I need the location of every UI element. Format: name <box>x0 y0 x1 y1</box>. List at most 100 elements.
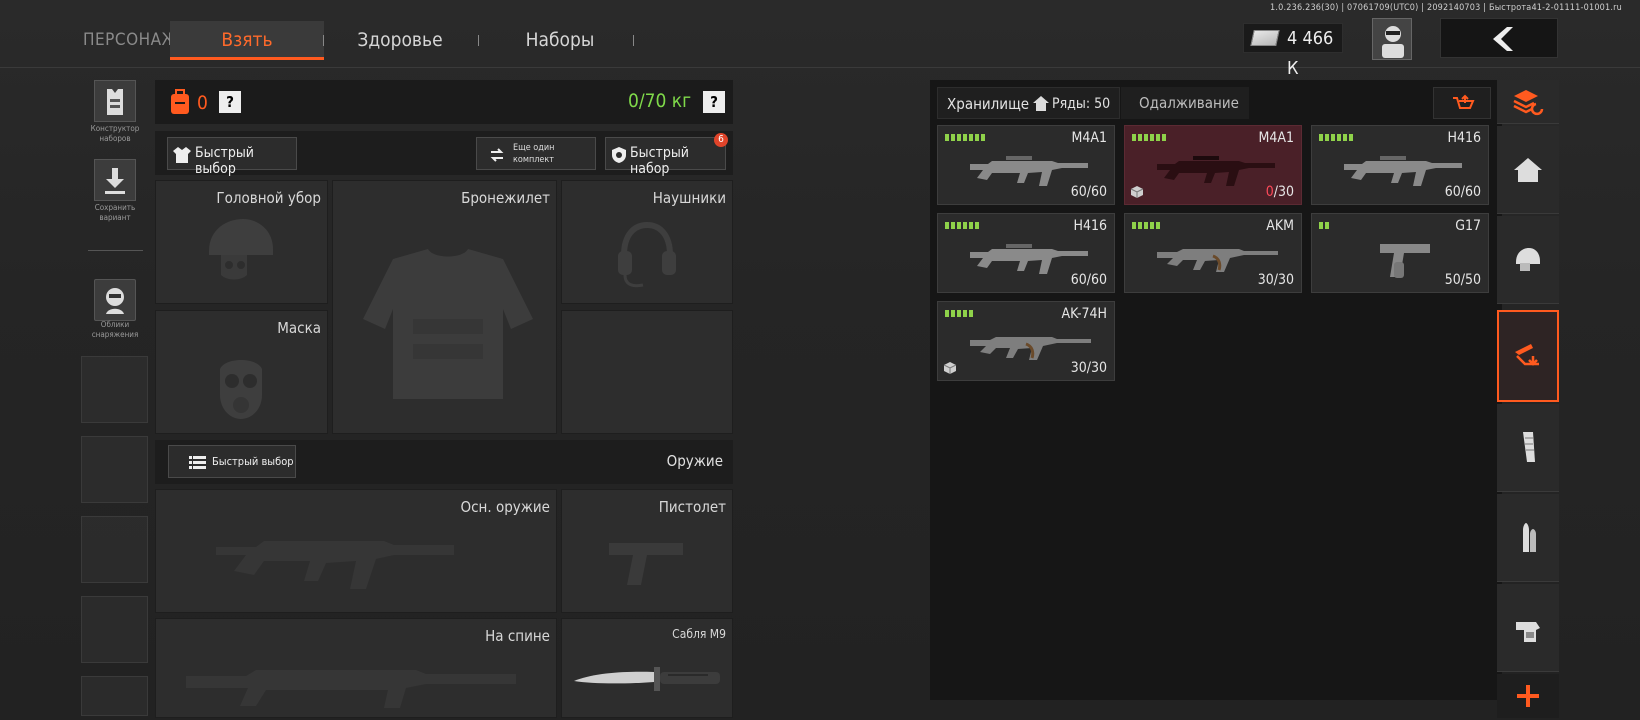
vest-label: Бронежилет <box>461 189 550 207</box>
nav-magazines[interactable] <box>1497 404 1559 492</box>
screen: 1.0.236.236(30) | 07061709(UTC0) | 20921… <box>0 0 1640 720</box>
save-variant-button[interactable] <box>94 159 136 201</box>
level-indicator <box>1319 222 1331 229</box>
headphones-icon <box>618 221 676 288</box>
another-kit-button[interactable]: Еще один комплект <box>476 137 596 170</box>
vest-icon <box>107 89 123 115</box>
nav-ammo[interactable] <box>1497 494 1559 582</box>
magazine-icon <box>1523 432 1535 462</box>
storage-item-card[interactable]: G17 50/50 <box>1311 213 1489 293</box>
back-weapon-label: На спине <box>485 627 550 645</box>
vest-icon <box>363 249 533 399</box>
storage-item-card[interactable]: AK-74H 30/30 <box>937 301 1115 381</box>
quick-select-label: Быстрый выбор <box>195 145 254 177</box>
add-button[interactable] <box>1497 674 1559 718</box>
weight-display: 0/70 кг <box>628 90 692 112</box>
tab-take[interactable]: Взять <box>170 21 324 60</box>
currency-display[interactable]: 4 466 К <box>1243 23 1343 79</box>
item-ammo: 60/60 <box>1070 272 1107 288</box>
storage-item-card[interactable]: AKM 30/30 <box>1124 213 1302 293</box>
item-ammo: 30/30 <box>1070 360 1107 376</box>
quick-kit-badge: 6 <box>714 133 728 147</box>
storage-tab[interactable]: Хранилище Ряды: 50 <box>937 87 1120 119</box>
back-arrow-icon <box>1493 27 1513 51</box>
plus-icon <box>1517 685 1539 707</box>
level-indicator <box>945 310 975 317</box>
quick-kit-button[interactable]: Быстрый набор <box>605 137 726 177</box>
version-info: 1.0.236.236(30) | 07061709(UTC0) | 20921… <box>1270 3 1622 13</box>
weapons-section-title: Оружие <box>666 452 723 470</box>
sidebar-empty-slot[interactable] <box>81 356 148 423</box>
pistol-slot[interactable]: Пистолет <box>561 489 733 613</box>
quick-select-button[interactable]: Быстрый выбор <box>167 137 297 177</box>
tab-health[interactable]: Здоровье <box>345 21 455 60</box>
weapons-quick-select-label: Быстрый выбор <box>212 455 294 468</box>
item-ammo: 50/50 <box>1444 272 1481 288</box>
storage-item-card[interactable]: H416 60/60 <box>1311 125 1489 205</box>
skin-icon <box>106 288 124 314</box>
nav-home[interactable] <box>1497 126 1559 214</box>
headgear-label: Головной убор <box>216 189 321 207</box>
mask-icon <box>220 360 262 419</box>
weapons-quick-select-button[interactable]: Быстрый выбор <box>168 445 296 478</box>
item-name: H416 <box>1447 130 1481 146</box>
another-kit-label: Еще один комплект <box>513 143 555 165</box>
tab-divider <box>478 35 479 46</box>
item-ammo: 60/60 <box>1070 184 1107 200</box>
swap-icon <box>490 148 504 162</box>
backpack-help-button[interactable]: ? <box>219 91 241 113</box>
back-button[interactable] <box>1440 18 1558 58</box>
knife-icon <box>574 667 720 691</box>
sidebar-empty-slot[interactable] <box>81 516 148 583</box>
helmet-icon <box>209 219 273 280</box>
back-weapon-slot[interactable]: На спине <box>155 618 557 718</box>
nav-weapons-active[interactable] <box>1497 310 1559 402</box>
equipment-skins-button[interactable] <box>94 279 136 321</box>
level-indicator <box>1132 222 1162 229</box>
money-icon <box>1250 30 1280 46</box>
primary-weapon-slot[interactable]: Осн. оружие <box>155 489 557 613</box>
headphones-slot[interactable]: Наушники <box>561 180 733 304</box>
nav-all-items[interactable] <box>1497 80 1559 124</box>
sidebar-empty-slot[interactable] <box>81 676 148 716</box>
kit-builder-label: Конструктор наборов <box>90 124 140 143</box>
item-name: AK-74H <box>1061 306 1107 322</box>
helmet-icon <box>1516 248 1540 271</box>
shield-icon <box>612 147 626 163</box>
avatar[interactable] <box>1372 18 1412 60</box>
backpack-count: 0 <box>197 92 208 114</box>
melee-slot[interactable]: Сабля М9 <box>561 618 733 718</box>
home-icon <box>1033 96 1049 111</box>
headgear-slot[interactable]: Головной убор <box>155 180 328 304</box>
shirt-icon <box>173 147 191 163</box>
sidebar-empty-slot[interactable] <box>81 436 148 503</box>
nav-holster[interactable] <box>1497 584 1559 672</box>
tab-divider <box>323 35 324 46</box>
tab-kits[interactable]: Наборы <box>505 21 615 60</box>
pistol-label: Пистолет <box>658 498 726 516</box>
restock-button[interactable] <box>1433 87 1491 119</box>
vest-slot[interactable]: Бронежилет <box>332 180 557 434</box>
pistol-silhouette-icon <box>609 543 683 585</box>
ammo-icon <box>189 456 206 469</box>
equipment-skins-label: Облики снаряжения <box>91 320 139 339</box>
mask-slot[interactable]: Маска <box>155 310 328 434</box>
backpack-icon <box>171 89 189 114</box>
sidebar-empty-slot[interactable] <box>81 596 148 663</box>
bullet-icon <box>1523 523 1536 552</box>
storage-item-card[interactable]: M4A1 0/30 <box>1124 125 1302 205</box>
lending-tab[interactable]: Одалживание <box>1121 87 1249 119</box>
storage-item-card[interactable]: H416 60/60 <box>937 213 1115 293</box>
kit-builder-button[interactable] <box>94 80 136 122</box>
empty-equipment-slot[interactable] <box>561 310 733 434</box>
weight-help-button[interactable]: ? <box>703 91 725 113</box>
weapon-image-icon <box>1157 156 1275 186</box>
quick-kit-label: Быстрый набор <box>630 145 689 177</box>
crate-icon <box>1130 186 1144 198</box>
storage-item-card[interactable]: M4A1 60/60 <box>937 125 1115 205</box>
item-ammo: 30/30 <box>1257 272 1294 288</box>
layers-refresh-icon <box>1513 90 1544 116</box>
mask-label: Маска <box>277 319 321 337</box>
nav-helmet[interactable] <box>1497 216 1559 304</box>
weapon-download-icon <box>1515 344 1539 366</box>
